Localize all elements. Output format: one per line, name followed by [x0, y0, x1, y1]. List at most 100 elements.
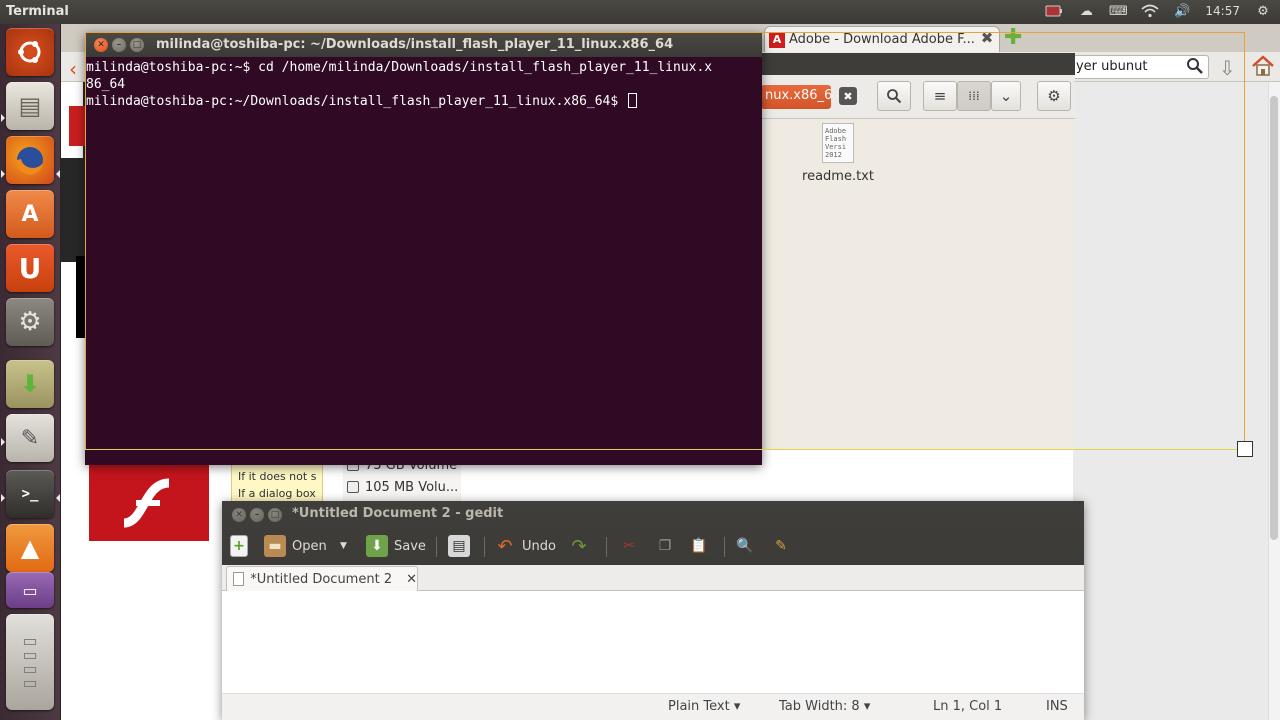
- cloud-icon[interactable]: ☁: [1077, 3, 1095, 19]
- document-icon: [233, 572, 245, 586]
- save-label: Save: [394, 538, 426, 554]
- new-tab-button[interactable]: ✚: [1004, 27, 1022, 49]
- drive-icon: [347, 481, 359, 493]
- open-button[interactable]: ▬ Open: [264, 533, 327, 559]
- browser-scroll-thumb[interactable]: [1270, 96, 1278, 540]
- terminal-title: milinda@toshiba-pc: ~/Downloads/install_…: [156, 37, 674, 52]
- gedit-toolbar: + ▬ Open ▼ ⬇ Save ▤ ↶ Undo ↷ ✂ ❐ 📋 🔍 ✎: [222, 529, 1084, 565]
- flash-player-logo: [89, 465, 209, 541]
- browser-tab-adobe[interactable]: A Adobe - Download Adobe F...: [764, 26, 1000, 52]
- grid-view-button[interactable]: ⁞⁞⁞: [957, 81, 991, 111]
- undo-button[interactable]: ↶ Undo: [494, 533, 556, 559]
- launcher-optical-drive[interactable]: ▭: [6, 572, 54, 608]
- unity-launcher: ▤ A U ⚙ ⬇ ✎ >_ ▲ ▭ ▭ ▭ ▭ ▭: [0, 24, 61, 720]
- download-arrow-icon[interactable]: ⇩: [1219, 56, 1236, 80]
- maximize-icon[interactable]: □: [130, 38, 144, 52]
- redo-button[interactable]: ↷: [568, 533, 590, 559]
- launcher-text-editor[interactable]: ✎: [6, 414, 54, 462]
- find-button[interactable]: 🔍: [734, 533, 756, 559]
- indicator-area: ☁ ⌨ 🔊 14:57 ⚙: [1045, 3, 1272, 19]
- launcher-downloads[interactable]: ⬇: [6, 360, 54, 408]
- find-replace-button[interactable]: ✎: [770, 533, 792, 559]
- terminal-prompt: milinda@toshiba-pc:~/Downloads/install_f…: [86, 94, 627, 109]
- battery-icon[interactable]: [1045, 3, 1063, 19]
- back-arrow-icon[interactable]: ‹: [69, 57, 77, 81]
- launcher-firefox[interactable]: [6, 136, 54, 184]
- launcher-ubuntu-dash[interactable]: [6, 28, 54, 76]
- list-view-button[interactable]: ≡: [923, 81, 957, 111]
- toolbar-separator: [484, 537, 485, 557]
- undo-label: Undo: [522, 538, 556, 554]
- minimize-icon[interactable]: –: [112, 38, 126, 52]
- gear-icon[interactable]: ⚙: [1254, 3, 1272, 19]
- launcher-system-settings[interactable]: ⚙: [6, 298, 54, 346]
- save-button[interactable]: ⬇ Save: [366, 533, 426, 559]
- file-item-readme[interactable]: Adobe Flash Versi 2012 readme.txt: [793, 123, 883, 184]
- notice-line-1: If it does not s: [238, 470, 317, 483]
- language-selector[interactable]: Plain Text ▾: [668, 699, 740, 714]
- open-dropdown-button[interactable]: ▼: [340, 533, 347, 559]
- paste-button[interactable]: 📋: [688, 533, 710, 559]
- insert-mode: INS: [1046, 699, 1068, 714]
- gear-icon: ⚙: [1047, 87, 1061, 105]
- terminal-line-1: milinda@toshiba-pc:~$ cd /home/milinda/D…: [86, 60, 713, 75]
- browser-tab-close-icon[interactable]: ✖: [979, 29, 995, 47]
- close-tab-icon[interactable]: ✕: [406, 572, 417, 587]
- terminal-output[interactable]: milinda@toshiba-pc:~$ cd /home/milinda/D…: [86, 59, 762, 465]
- top-panel: Terminal ☁ ⌨ 🔊 14:57 ⚙: [0, 0, 1280, 24]
- ubuntu-one-icon: U: [18, 251, 42, 285]
- print-button[interactable]: ▤: [448, 533, 470, 559]
- maximize-icon[interactable]: □: [268, 508, 282, 522]
- device-item[interactable]: 105 MB Volu...: [343, 476, 461, 498]
- launcher-ubuntu-one[interactable]: U: [6, 244, 54, 292]
- terminal-cursor: [628, 93, 638, 108]
- search-icon: 🔍: [736, 538, 754, 554]
- gedit-statusbar: Plain Text ▾ Tab Width: 8 ▾ Ln 1, Col 1 …: [222, 694, 1084, 720]
- copy-icon: ❐: [658, 538, 672, 554]
- copy-button[interactable]: ❐: [654, 533, 676, 559]
- terminal-titlebar[interactable]: ✕ – □ milinda@toshiba-pc: ~/Downloads/in…: [85, 33, 762, 57]
- shopping-bag-icon: A: [21, 201, 39, 227]
- text-editor-area[interactable]: [222, 591, 1084, 694]
- download-arrow-icon: ⬇: [19, 370, 41, 398]
- running-indicator-icon: [1, 494, 5, 502]
- home-icon[interactable]: [1251, 55, 1275, 77]
- wifi-icon[interactable]: [1141, 3, 1159, 19]
- folder-open-icon: ▬: [264, 535, 286, 557]
- search-button[interactable]: [877, 81, 911, 111]
- launcher-files[interactable]: ▤: [6, 82, 54, 130]
- flash-f-icon: [123, 478, 170, 528]
- launcher-vlc[interactable]: ▲: [6, 524, 54, 572]
- save-icon: ⬇: [366, 535, 388, 557]
- keyboard-icon[interactable]: ⌨: [1109, 3, 1128, 19]
- device-label: 105 MB Volu...: [365, 479, 459, 495]
- clock[interactable]: 14:57: [1205, 3, 1240, 19]
- running-indicator-icon: [1, 114, 5, 122]
- launcher-terminal[interactable]: >_: [6, 470, 54, 518]
- launcher-workspaces[interactable]: ▭ ▭ ▭ ▭: [6, 614, 54, 710]
- redo-arrow-icon: ↷: [571, 535, 587, 557]
- search-icon[interactable]: [1186, 57, 1204, 75]
- path-clear-icon[interactable]: ✖: [839, 87, 857, 105]
- tab-untitled-document-2[interactable]: *Untitled Document 2 ✕: [226, 566, 418, 591]
- close-icon[interactable]: ✕: [94, 38, 108, 52]
- close-icon[interactable]: ✕: [232, 508, 246, 522]
- path-bar-segment[interactable]: nux.x86_64: [761, 85, 831, 109]
- toolbar-separator: [606, 537, 607, 557]
- new-document-button[interactable]: +: [230, 533, 248, 559]
- minimize-icon[interactable]: –: [250, 508, 264, 522]
- settings-button[interactable]: ⚙: [1037, 81, 1071, 111]
- terminal-window[interactable]: ✕ – □ milinda@toshiba-pc: ~/Downloads/in…: [85, 33, 762, 465]
- open-label: Open: [292, 538, 327, 554]
- volume-icon[interactable]: 🔊: [1173, 3, 1191, 19]
- text-editor-icon: ✎: [20, 425, 40, 451]
- view-options-button[interactable]: ⌄: [991, 81, 1021, 111]
- launcher-software-center[interactable]: A: [6, 190, 54, 238]
- find-replace-icon: ✎: [775, 538, 787, 554]
- cut-button[interactable]: ✂: [618, 533, 640, 559]
- tab-width-selector[interactable]: Tab Width: 8 ▾: [779, 699, 870, 714]
- browser-tab-title: Adobe - Download Adobe F...: [789, 32, 975, 47]
- toolbar-separator: [436, 537, 437, 557]
- resize-handle-icon[interactable]: [1237, 441, 1253, 457]
- notice-line-2: If a dialog box: [238, 487, 316, 500]
